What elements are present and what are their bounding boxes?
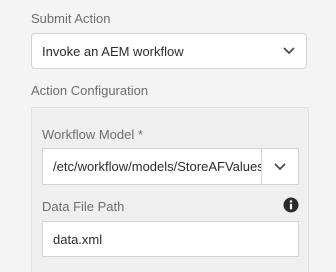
workflow-model-field bbox=[42, 148, 299, 185]
data-file-path-label: Data File Path bbox=[42, 199, 125, 214]
submit-action-select[interactable]: Invoke an AEM workflow bbox=[31, 33, 307, 69]
data-file-path-input[interactable] bbox=[43, 231, 298, 247]
workflow-model-label: Workflow Model * bbox=[42, 127, 143, 142]
chevron-down-icon bbox=[274, 163, 286, 170]
submit-action-label: Submit Action bbox=[31, 11, 111, 26]
chevron-down-icon bbox=[282, 44, 296, 58]
info-icon[interactable] bbox=[283, 197, 299, 213]
data-file-path-field bbox=[42, 221, 299, 257]
panel-edge bbox=[0, 0, 14, 266]
action-configuration-label: Action Configuration bbox=[31, 83, 149, 98]
submit-action-value: Invoke an AEM workflow bbox=[42, 43, 184, 59]
workflow-model-input[interactable] bbox=[43, 149, 261, 184]
workflow-model-dropdown-button[interactable] bbox=[261, 149, 298, 184]
